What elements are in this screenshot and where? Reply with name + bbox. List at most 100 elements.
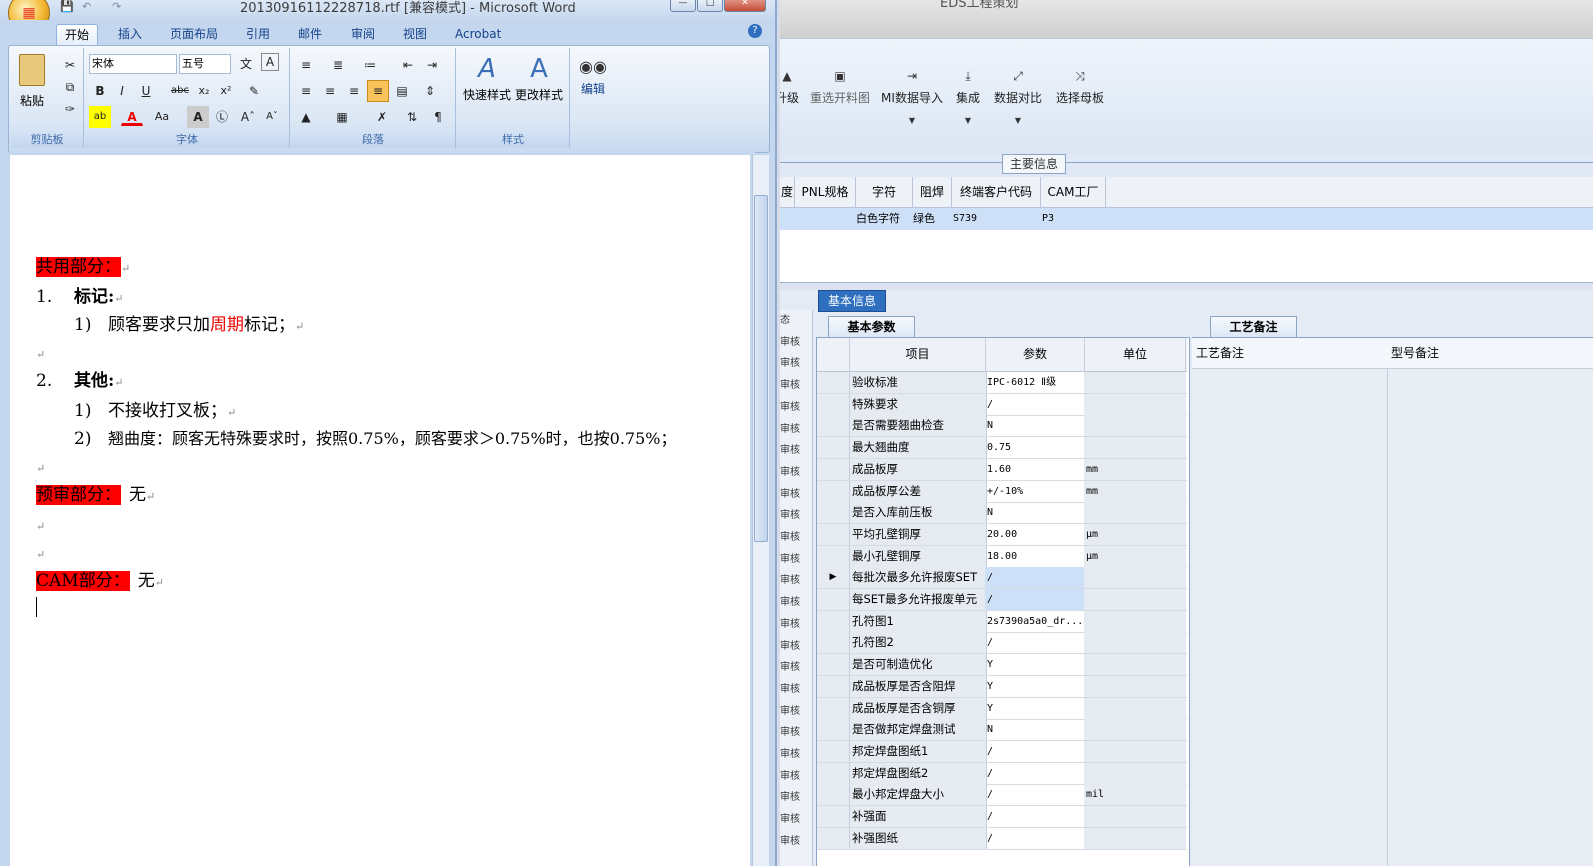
row-indicator[interactable]: [817, 675, 850, 697]
param-value[interactable]: N: [985, 719, 1085, 741]
subscript-button[interactable]: x₂: [193, 80, 215, 102]
row-indicator[interactable]: [817, 545, 850, 567]
table-row[interactable]: 验收标准 IPC-6012 Ⅱ级: [817, 372, 1187, 394]
minimize-button[interactable]: —: [670, 0, 696, 12]
col-header-param[interactable]: 参数: [986, 338, 1085, 371]
superscript-button[interactable]: x²: [215, 80, 237, 102]
param-value[interactable]: IPC-6012 Ⅱ级: [985, 372, 1085, 393]
redo-icon[interactable]: ↷: [112, 0, 121, 13]
toolbar-upgrade-button[interactable]: ▲ 升级: [780, 69, 802, 106]
col-header-craft-notes[interactable]: 工艺备注: [1192, 338, 1244, 368]
row-indicator[interactable]: [817, 697, 850, 719]
cut-icon[interactable]: ✂: [59, 54, 81, 76]
tab-references[interactable]: 引用: [238, 24, 278, 45]
table-row[interactable]: 最小邦定焊盘大小 / mil: [817, 784, 1187, 807]
align-right-icon[interactable]: ≡: [343, 80, 365, 102]
enclose-char-icon[interactable]: Ⓛ: [211, 106, 233, 128]
change-styles-button[interactable]: A 更改样式: [513, 52, 565, 103]
grow-font-icon[interactable]: Aˆ: [237, 106, 259, 128]
toolbar-compare-button[interactable]: ⤢ 数据对比 ▼: [992, 69, 1044, 125]
row-indicator[interactable]: [817, 393, 850, 415]
distributed-icon[interactable]: ▤: [391, 80, 413, 102]
decrease-indent-icon[interactable]: ⇤: [397, 54, 419, 76]
scrollbar-thumb[interactable]: [754, 195, 768, 542]
close-button[interactable]: ✕: [724, 0, 766, 12]
table-row[interactable]: 每SET最多允许报废单元 /: [817, 589, 1187, 611]
param-value[interactable]: N: [985, 502, 1085, 524]
param-value[interactable]: /: [985, 740, 1085, 762]
chinese-layout-icon[interactable]: ✗: [371, 106, 393, 128]
table-row[interactable]: 补强面 /: [817, 806, 1187, 828]
table-row[interactable]: 最小孔壁铜厚 18.00 μm: [817, 545, 1187, 568]
change-case-icon[interactable]: Aa: [151, 106, 173, 128]
highlight-icon[interactable]: ab: [89, 106, 111, 128]
table-row[interactable]: 孔符图1 2s7390a5a0_dr...: [817, 610, 1187, 633]
row-indicator[interactable]: [817, 762, 850, 784]
underline-button[interactable]: U: [135, 80, 157, 102]
param-value[interactable]: /: [985, 589, 1085, 610]
multilevel-list-icon[interactable]: ≔: [359, 54, 381, 76]
table-row[interactable]: 成品板厚 1.60 mm: [817, 458, 1187, 481]
param-value[interactable]: 18.00: [985, 545, 1085, 567]
char-border-icon[interactable]: A: [261, 53, 279, 71]
param-value[interactable]: 1.60: [985, 458, 1085, 480]
font-size-combo[interactable]: 五号: [179, 54, 231, 74]
row-indicator[interactable]: [817, 632, 850, 654]
row-indicator[interactable]: [817, 372, 850, 393]
toolbar-integrate-button[interactable]: ⤓ 集成 ▼: [952, 69, 984, 125]
row-indicator[interactable]: [817, 502, 850, 524]
table-row[interactable]: 特殊要求 /: [817, 393, 1187, 416]
param-value[interactable]: 2s7390a5a0_dr...: [985, 610, 1085, 632]
row-indicator[interactable]: [817, 437, 850, 459]
table-row[interactable]: 平均孔壁铜厚 20.00 μm: [817, 523, 1187, 546]
param-value[interactable]: 20.00: [985, 523, 1085, 545]
justify-icon[interactable]: ≡: [367, 80, 389, 102]
undo-icon[interactable]: ↶: [82, 0, 91, 13]
row-indicator[interactable]: [817, 589, 850, 610]
tab-review[interactable]: 审阅: [343, 24, 383, 45]
line-spacing-icon[interactable]: ⇕: [419, 80, 441, 102]
strikethrough-button[interactable]: abc: [169, 80, 191, 102]
font-name-combo[interactable]: 宋体: [89, 54, 177, 74]
col-header-unit[interactable]: 单位: [1085, 338, 1186, 371]
grid-col-header[interactable]: 终端客户代码: [952, 177, 1041, 207]
document-page[interactable]: 共用部分：↵ 1. 标记:↵ 1) 顾客要求只加周期标记；↵ ↵ 2. 其他:↵…: [10, 155, 750, 866]
sort-icon[interactable]: ⇅: [401, 106, 423, 128]
increase-indent-icon[interactable]: ⇥: [421, 54, 443, 76]
char-shading-icon[interactable]: A: [187, 106, 209, 128]
table-row[interactable]: 孔符图2/: [817, 632, 1187, 655]
row-indicator[interactable]: [817, 719, 850, 741]
help-icon[interactable]: ?: [748, 24, 762, 38]
row-indicator[interactable]: [817, 784, 850, 806]
format-painter-icon[interactable]: ✑: [59, 98, 81, 120]
param-value[interactable]: Y: [985, 654, 1085, 676]
table-row[interactable]: 成品板厚是否含阻焊 Y: [817, 675, 1187, 698]
grid-col-header[interactable]: PNL规格: [795, 177, 856, 207]
table-row[interactable]: 成品板厚是否含铜厚 Y: [817, 697, 1187, 720]
row-indicator[interactable]: [817, 740, 850, 762]
row-indicator[interactable]: [817, 806, 850, 827]
table-row[interactable]: 邦定焊盘图纸2/: [817, 762, 1187, 785]
param-value[interactable]: /: [985, 806, 1085, 827]
borders-icon[interactable]: ▦: [331, 106, 353, 128]
param-value[interactable]: /: [985, 762, 1085, 784]
font-color-icon[interactable]: A: [121, 106, 143, 126]
table-row[interactable]: 是否需要翘曲检查 N: [817, 415, 1187, 438]
shading-icon[interactable]: ▲: [295, 106, 317, 128]
show-marks-icon[interactable]: ¶: [427, 106, 449, 128]
numbering-icon[interactable]: ≣: [327, 54, 349, 76]
align-center-icon[interactable]: ≡: [319, 80, 341, 102]
param-value[interactable]: 0.75: [985, 437, 1085, 459]
table-row[interactable]: 补强图纸 /: [817, 827, 1187, 850]
paste-button[interactable]: 粘贴: [15, 54, 49, 109]
param-value[interactable]: /: [985, 393, 1085, 415]
row-indicator[interactable]: [817, 415, 850, 437]
bold-button[interactable]: B: [89, 80, 111, 102]
row-indicator[interactable]: [817, 610, 850, 632]
toolbar-reselect-cut-button[interactable]: ▣ 重选开料图: [808, 69, 872, 106]
tab-home[interactable]: 开始: [56, 24, 99, 46]
row-indicator[interactable]: [817, 654, 850, 676]
editing-button[interactable]: ◉◉ 编辑: [575, 54, 611, 97]
quick-styles-button[interactable]: A 快速样式: [461, 52, 513, 103]
row-indicator[interactable]: [817, 480, 850, 502]
